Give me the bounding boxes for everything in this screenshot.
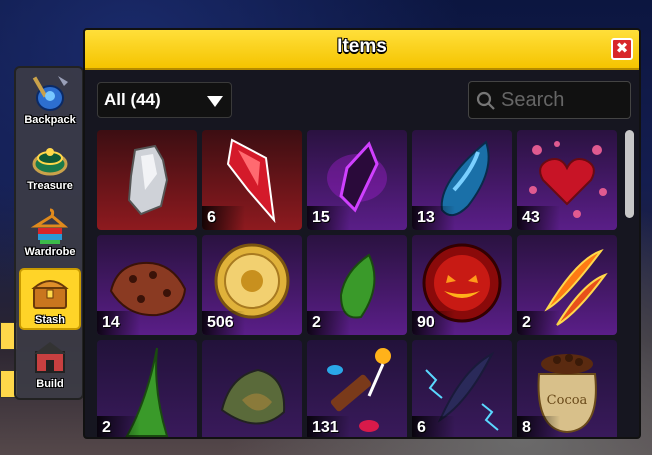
item-slot[interactable]: 131 xyxy=(307,340,407,437)
item-count: 13 xyxy=(412,206,455,230)
scrollbar[interactable] xyxy=(625,130,634,430)
item-slot[interactable]: 2 xyxy=(517,235,617,335)
close-button[interactable]: ✖ xyxy=(611,38,633,60)
window-title: Items xyxy=(337,36,387,57)
title-bar: Items ✖ xyxy=(85,30,639,70)
item-slot[interactable] xyxy=(202,340,302,437)
sidebar-item-label: Treasure xyxy=(27,180,73,192)
scrollbar-thumb[interactable] xyxy=(625,130,634,218)
search-input[interactable]: Search xyxy=(468,81,631,119)
sidebar-item-label: Stash xyxy=(35,314,65,326)
sidebar-item-treasure[interactable]: Treasure xyxy=(19,136,81,198)
sidebar-item-label: Build xyxy=(36,378,64,390)
backpack-icon xyxy=(32,76,68,111)
wardrobe-icon xyxy=(30,208,69,244)
filter-dropdown[interactable]: All (44) xyxy=(97,82,232,118)
sidebar-item-wardrobe[interactable]: Wardrobe xyxy=(19,202,81,264)
item-slot[interactable]: 6 xyxy=(412,340,512,437)
item-slot[interactable]: 43 xyxy=(517,130,617,230)
stash-chest-icon xyxy=(31,280,69,309)
item-count: 14 xyxy=(97,311,140,335)
build-icon xyxy=(34,342,66,373)
sidebar-item-label: Backpack xyxy=(24,114,76,126)
sidebar-item-build[interactable]: Build xyxy=(19,334,81,396)
filter-selected-value: All (44) xyxy=(104,90,161,109)
item-slot[interactable]: 13 xyxy=(412,130,512,230)
item-count: 15 xyxy=(307,206,350,230)
silver-rock-icon xyxy=(127,144,169,216)
item-slot[interactable]: Cocoa 8 xyxy=(517,340,617,437)
item-count: 131 xyxy=(307,416,350,437)
cocoa-label: Cocoa xyxy=(547,393,588,408)
item-count: 90 xyxy=(412,311,455,335)
sidebar: Backpack Treasure Wardrobe Stash Build xyxy=(14,66,84,400)
sidebar-item-stash[interactable]: Stash xyxy=(19,268,81,330)
sidebar-item-backpack[interactable]: Backpack xyxy=(19,70,81,132)
search-placeholder: Search xyxy=(501,89,565,111)
chevron-down-icon xyxy=(207,96,223,107)
item-count: 506 xyxy=(202,311,245,335)
mossy-rock-icon xyxy=(220,368,286,425)
item-count: 8 xyxy=(517,416,560,437)
sidebar-item-label: Wardrobe xyxy=(24,246,76,258)
item-count: 6 xyxy=(412,416,455,437)
item-slot[interactable]: 2 xyxy=(307,235,407,335)
item-count: 2 xyxy=(307,311,350,335)
item-slot[interactable]: 15 xyxy=(307,130,407,230)
item-grid: 6 15 13 43 14 506 2 90 2 2 131 6 Cocoa 8 xyxy=(97,130,617,437)
item-slot[interactable]: 2 xyxy=(97,340,197,437)
item-slot[interactable] xyxy=(97,130,197,230)
search-icon xyxy=(476,91,495,110)
item-slot[interactable]: 90 xyxy=(412,235,512,335)
item-count: 2 xyxy=(517,311,560,335)
item-slot[interactable]: 6 xyxy=(202,130,302,230)
item-count: 43 xyxy=(517,206,560,230)
items-window: Items ✖ All (44) Search 6 15 13 43 14 50… xyxy=(83,28,641,439)
treasure-icon xyxy=(32,148,68,176)
item-count: 2 xyxy=(97,416,140,437)
item-count: 6 xyxy=(202,206,245,230)
item-slot[interactable]: 506 xyxy=(202,235,302,335)
item-slot[interactable]: 14 xyxy=(97,235,197,335)
